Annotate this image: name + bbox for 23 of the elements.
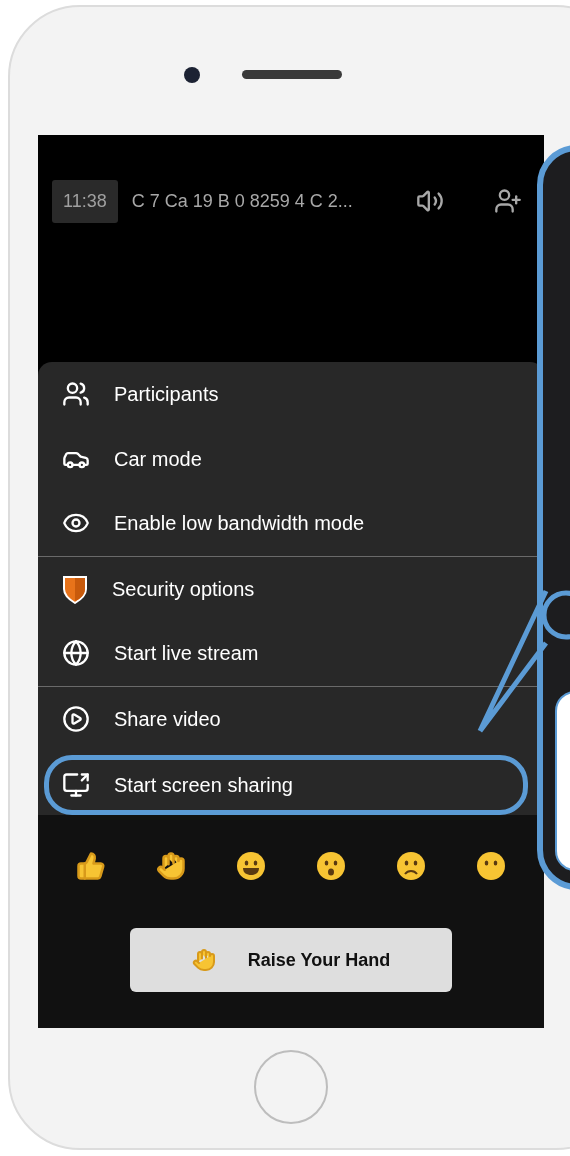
menu-item[interactable]: Share video <box>38 686 528 751</box>
menu-item[interactable]: Car mode <box>38 426 528 491</box>
meeting-title: C 7 Ca 19 B 0 8259 4 C 2... <box>131 190 353 213</box>
menu-item[interactable]: Start live stream <box>38 621 528 686</box>
thumbs-up-icon[interactable] <box>76 851 106 881</box>
screen-share-icon <box>62 771 90 799</box>
add-person-icon[interactable] <box>494 187 522 215</box>
menu-item[interactable]: Enable low bandwidth mode <box>38 491 528 556</box>
shield-icon <box>62 573 88 604</box>
grinning-face-icon[interactable] <box>236 851 266 881</box>
menu-item[interactable]: Security options <box>38 556 528 621</box>
neutral-face-icon[interactable] <box>476 851 506 881</box>
raise-hand-button[interactable]: Raise Your Hand <box>130 928 452 992</box>
people-icon <box>62 380 90 409</box>
menu-item[interactable]: Start screen sharing <box>44 755 528 815</box>
raised-hand-icon <box>191 948 216 972</box>
menu-item[interactable]: Participants <box>38 362 528 427</box>
camera-icon <box>184 67 200 83</box>
surprised-face-icon[interactable] <box>316 851 346 881</box>
play-icon <box>62 704 90 733</box>
globe-icon <box>62 639 90 668</box>
time-badge: 11:38 <box>52 180 118 223</box>
frowning-face-icon[interactable] <box>396 851 426 881</box>
